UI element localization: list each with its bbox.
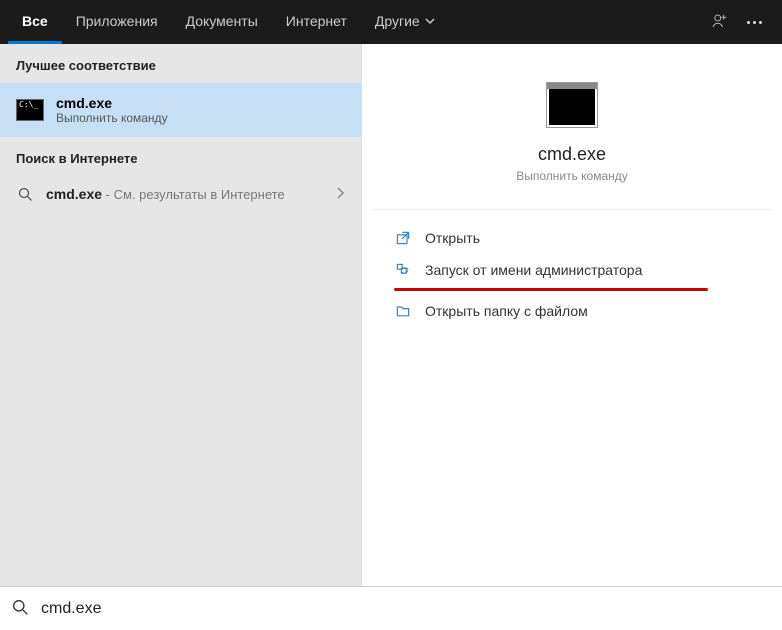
search-icon	[12, 599, 29, 619]
tab-other[interactable]: Другие	[361, 0, 449, 44]
preview-header: cmd.exe Выполнить команду	[372, 82, 772, 210]
cmd-icon-large	[546, 82, 598, 128]
preview-panel: cmd.exe Выполнить команду Открыть Запуск…	[372, 54, 772, 576]
annotation-underline	[394, 288, 708, 291]
action-open[interactable]: Открыть	[372, 222, 772, 254]
web-search-rest: - См. результаты в Интернете	[102, 187, 285, 202]
shield-icon	[394, 262, 411, 278]
search-bar	[0, 586, 782, 630]
open-icon	[394, 230, 411, 246]
preview-title: cmd.exe	[372, 144, 772, 165]
web-search-term: cmd.exe	[46, 186, 102, 202]
tab-strip: Все Приложения Документы Интернет Другие	[8, 0, 449, 44]
result-title: cmd.exe	[56, 95, 168, 111]
action-open-folder[interactable]: Открыть папку с файлом	[372, 295, 772, 327]
cmd-icon: C:\_	[16, 99, 44, 121]
search-input[interactable]	[41, 600, 770, 618]
action-run-admin-label: Запуск от имени администратора	[425, 262, 642, 278]
best-match-text: cmd.exe Выполнить команду	[56, 95, 168, 125]
best-match-header: Лучшее соответствие	[0, 44, 361, 83]
web-search-item[interactable]: cmd.exe - См. результаты в Интернете	[0, 176, 361, 212]
top-right-controls	[711, 12, 774, 33]
tab-all[interactable]: Все	[8, 0, 62, 44]
best-match-item[interactable]: C:\_ cmd.exe Выполнить команду	[0, 83, 361, 137]
feedback-icon[interactable]	[711, 12, 729, 33]
web-search-header: Поиск в Интернете	[0, 137, 361, 176]
chevron-right-icon	[335, 186, 345, 202]
more-icon[interactable]	[747, 21, 762, 24]
search-icon	[16, 187, 34, 202]
result-subtitle: Выполнить команду	[56, 111, 168, 125]
main-content: Лучшее соответствие C:\_ cmd.exe Выполни…	[0, 44, 782, 586]
action-run-admin[interactable]: Запуск от имени администратора	[372, 254, 772, 286]
action-open-label: Открыть	[425, 230, 480, 246]
tab-docs[interactable]: Документы	[172, 0, 272, 44]
action-open-folder-label: Открыть папку с файлом	[425, 303, 588, 319]
preview-subtitle: Выполнить команду	[372, 169, 772, 183]
top-bar: Все Приложения Документы Интернет Другие	[0, 0, 782, 44]
chevron-down-icon	[425, 16, 435, 26]
actions-list: Открыть Запуск от имени администратора О…	[372, 210, 772, 339]
tab-web[interactable]: Интернет	[272, 0, 361, 44]
tab-other-label: Другие	[375, 13, 420, 29]
web-search-label: cmd.exe - См. результаты в Интернете	[46, 186, 285, 202]
tab-apps[interactable]: Приложения	[62, 0, 172, 44]
folder-icon	[394, 303, 411, 319]
results-panel: Лучшее соответствие C:\_ cmd.exe Выполни…	[0, 44, 362, 586]
